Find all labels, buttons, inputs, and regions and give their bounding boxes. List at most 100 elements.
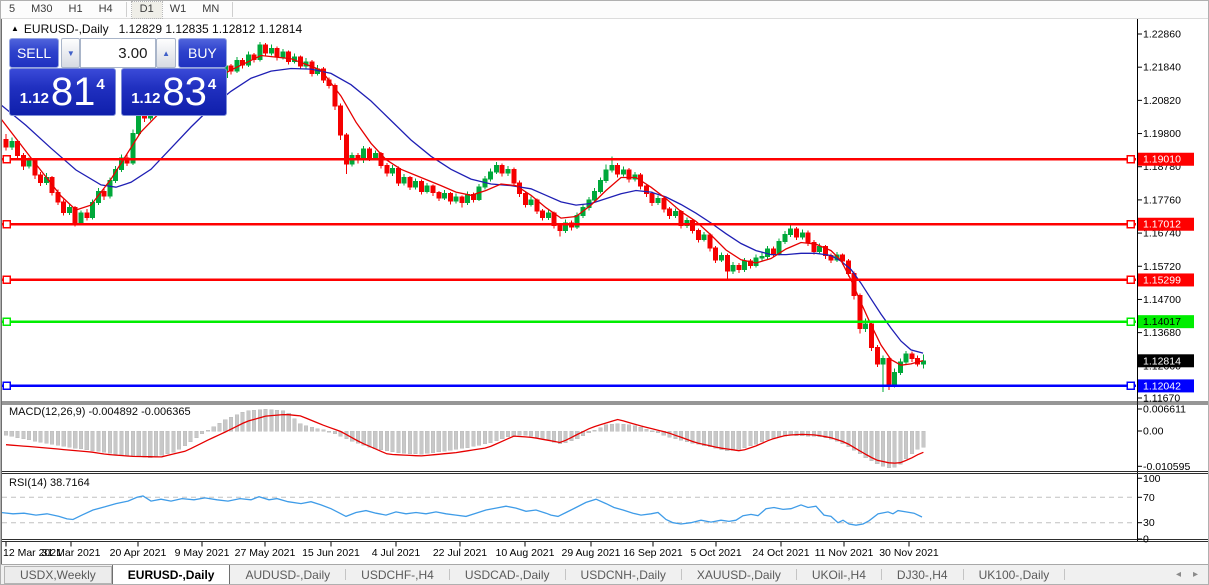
rsi-axis-label: 100 <box>1143 473 1161 485</box>
toolbar-separator <box>125 2 127 17</box>
macd-histogram-bar <box>488 430 493 443</box>
price-level-badge-text: 1.15299 <box>1143 274 1181 286</box>
buy-price-box[interactable]: 1.12 83 4 <box>120 68 227 116</box>
macd-histogram-bar <box>892 430 897 468</box>
timeframe-button-5[interactable]: 5 <box>1 2 23 18</box>
macd-histogram-bar <box>650 430 655 433</box>
timeframe-button-h4[interactable]: H4 <box>91 2 121 18</box>
level-drag-handle[interactable] <box>1126 275 1135 285</box>
candle-body <box>447 193 453 202</box>
sell-price-sup: 4 <box>96 76 105 93</box>
level-drag-handle[interactable] <box>2 154 11 164</box>
macd-histogram-bar <box>523 430 528 436</box>
price-axis-tick-label: 1.21840 <box>1143 62 1181 74</box>
macd-histogram-bar <box>534 430 539 438</box>
chart-tab-eurusd-daily[interactable]: EURUSD-,Daily <box>111 565 231 584</box>
candle-body <box>367 148 373 159</box>
level-drag-handle[interactable] <box>2 219 11 229</box>
date-tick-label: 24 Oct 2021 <box>752 547 809 559</box>
price-level-badge: 1.17012 <box>1138 217 1194 231</box>
chart-tab-usdcnh-daily[interactable]: USDCNH-,Daily <box>566 565 681 584</box>
sell-price-box[interactable]: 1.12 81 4 <box>9 68 116 116</box>
sell-button[interactable]: SELL <box>9 38 60 68</box>
candle-body <box>274 47 280 58</box>
timeframe-button-mn[interactable]: MN <box>194 2 227 18</box>
candle-body <box>101 190 107 197</box>
buy-button[interactable]: BUY <box>177 38 227 68</box>
tab-scroll-left-icon[interactable]: ◂ <box>1176 569 1181 580</box>
one-click-trading-panel: SELL ▼ ▲ BUY 1.12814 1.12834 <box>9 38 227 116</box>
macd-histogram-bar <box>61 430 66 447</box>
chart-title: ▲ EURUSD-,Daily 1.12829 1.12835 1.12812 1.… <box>11 22 302 36</box>
chart-tab-audusd-daily[interactable]: AUDUSD-,Daily <box>230 565 345 584</box>
price-level-badge: 1.15299 <box>1138 273 1194 287</box>
timeframe-button-m30[interactable]: M30 <box>23 2 60 18</box>
chart-tab-usdchf-h4[interactable]: USDCHF-,H4 <box>346 565 449 584</box>
candle-body <box>817 246 823 252</box>
macd-histogram-bar <box>627 424 632 432</box>
toolbar-separator <box>232 2 234 17</box>
macd-histogram-bar <box>84 430 89 450</box>
macd-histogram-bar <box>454 430 459 450</box>
macd-histogram-bar <box>113 430 118 455</box>
level-drag-handle[interactable] <box>1126 317 1135 326</box>
candle-body <box>545 212 551 218</box>
macd-axis-label: 0.006611 <box>1143 403 1186 415</box>
macd-histogram-bar <box>159 430 164 456</box>
tab-scroll-right-icon[interactable]: ▸ <box>1193 569 1198 580</box>
candle-body <box>459 196 465 204</box>
macd-histogram-bar <box>15 430 20 438</box>
macd-histogram-bar <box>898 430 903 465</box>
date-tick-label: 4 Jul 2021 <box>372 547 421 559</box>
macd-histogram-bar <box>679 430 684 441</box>
candle-body <box>592 190 598 201</box>
macd-histogram-bar <box>21 430 26 440</box>
timeframe-button-w1[interactable]: W1 <box>162 2 195 18</box>
date-tick-label: 20 Apr 2021 <box>110 547 167 559</box>
chart-tab-dj30-h4[interactable]: DJ30-,H4 <box>882 565 963 584</box>
date-tick-label: 31 Mar 2021 <box>42 547 101 559</box>
macd-histogram-bar <box>638 427 643 432</box>
level-drag-handle[interactable] <box>1126 219 1135 229</box>
date-tick-label: 11 Nov 2021 <box>815 547 874 559</box>
date-tick-label: 16 Sep 2021 <box>623 547 683 559</box>
candle-body <box>649 193 655 204</box>
candle-body <box>603 169 609 182</box>
price-axis-tick-label: 1.22860 <box>1143 29 1181 41</box>
macd-histogram-bar <box>107 430 112 454</box>
level-drag-handle[interactable] <box>1126 381 1135 391</box>
chart-tab-xauusd-daily[interactable]: XAUUSD-,Daily <box>682 565 796 584</box>
trade-panel-prices: 1.12 81 4 1.12 83 4 <box>9 68 227 116</box>
macd-histogram-bar <box>436 430 441 453</box>
level-drag-handle[interactable] <box>2 317 11 326</box>
candle-body <box>661 198 667 210</box>
chart-tab-uk100-daily[interactable]: UK100-,Daily <box>964 565 1065 584</box>
candle-body <box>793 228 799 238</box>
lot-increase-button[interactable]: ▲ <box>156 38 176 68</box>
chart-tab-usdx-weekly[interactable]: USDX,Weekly <box>4 566 112 584</box>
lot-decrease-button[interactable]: ▼ <box>61 38 81 68</box>
level-drag-handle[interactable] <box>2 275 11 285</box>
macd-histogram-bar <box>327 430 332 433</box>
macd-histogram-bar <box>136 430 141 457</box>
level-drag-handle[interactable] <box>1126 154 1135 164</box>
lot-size-input[interactable] <box>80 38 157 68</box>
candle-body <box>424 185 430 192</box>
candle-body <box>886 358 892 386</box>
level-drag-handle[interactable] <box>2 381 11 391</box>
candle-body <box>805 232 811 244</box>
chart-tab-usdcad-daily[interactable]: USDCAD-,Daily <box>450 565 565 584</box>
macd-histogram-bar <box>292 418 297 432</box>
timeframe-button-d1[interactable]: D1 <box>130 1 163 19</box>
date-tick-label: 29 Aug 2021 <box>562 547 621 559</box>
macd-histogram-bar <box>78 430 84 450</box>
timeframe-button-h1[interactable]: H1 <box>61 2 91 18</box>
candle-body <box>280 51 286 58</box>
candle-body <box>493 164 499 173</box>
candle-body <box>892 372 898 386</box>
candle-body <box>713 247 719 261</box>
candle-body <box>655 198 661 204</box>
macd-histogram-bar <box>240 412 245 432</box>
chart-tab-ukoil-h4[interactable]: UKOil-,H4 <box>797 565 881 584</box>
candle-body <box>730 264 736 272</box>
